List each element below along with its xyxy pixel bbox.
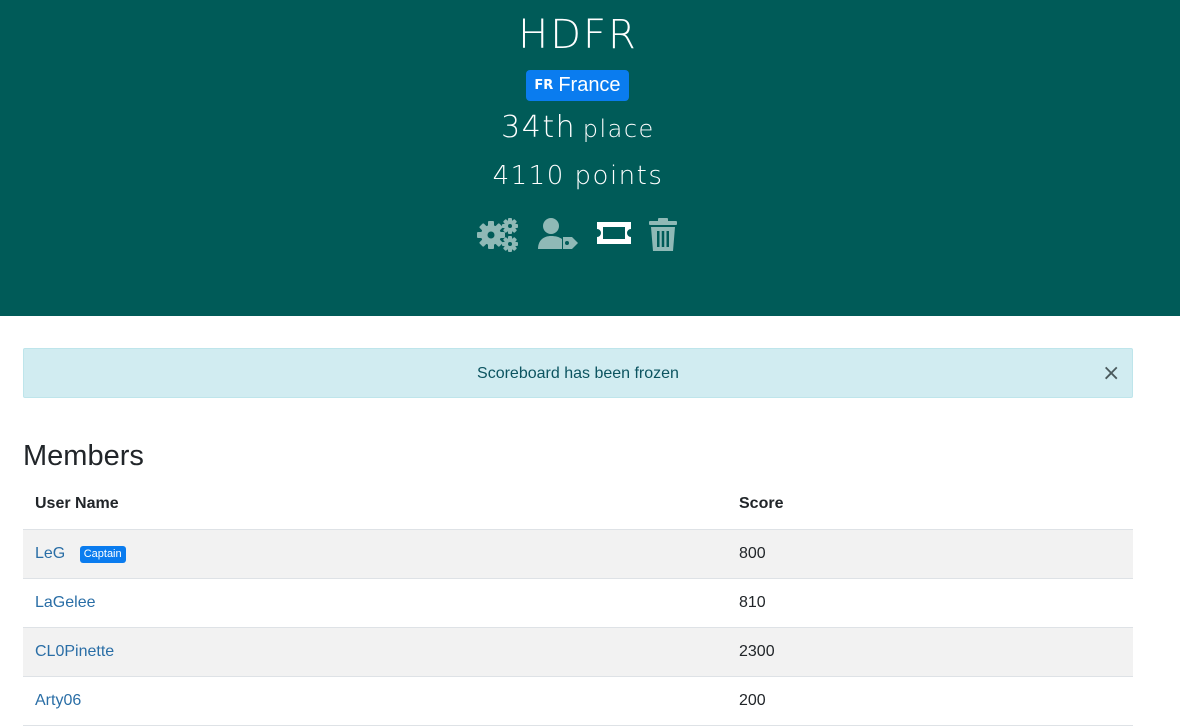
frozen-alert: Scoreboard has been frozen × — [23, 348, 1133, 398]
table-header-row: User Name Score — [23, 480, 1133, 530]
members-table: User Name Score LeG Captain 800 LaGelee … — [23, 480, 1133, 726]
team-actions — [474, 214, 678, 254]
team-place: 34th place — [0, 108, 1156, 152]
place-number: 34 — [501, 110, 543, 145]
user-cell: Arty06 — [23, 676, 727, 726]
team-points: 4110 points — [492, 161, 664, 191]
place-suffix: th — [542, 110, 577, 145]
user-cell: CL0Pinette — [23, 627, 727, 677]
page-content: Scoreboard has been frozen × Members Use… — [23, 348, 1133, 726]
alert-message: Scoreboard has been frozen — [477, 365, 679, 382]
member-link[interactable]: CL0Pinette — [35, 643, 114, 660]
delete-team-button[interactable] — [648, 216, 678, 252]
team-settings-button[interactable] — [476, 216, 520, 252]
team-header: HDFR FR France 34th place 4110 points — [0, 0, 1180, 316]
score-cell: 2300 — [727, 627, 1133, 677]
member-link[interactable]: LaGelee — [35, 594, 96, 611]
user-cell: LeG Captain — [23, 529, 727, 579]
column-header-score: Score — [727, 480, 1133, 530]
table-row: CL0Pinette 2300 — [23, 627, 1133, 677]
table-row: LeG Captain 800 — [23, 529, 1133, 579]
ticket-icon — [597, 222, 631, 244]
user-tag-icon — [538, 218, 578, 249]
country-flag-code: FR — [534, 78, 554, 93]
team-name: HDFR — [518, 12, 638, 58]
team-ticket-button[interactable] — [594, 216, 634, 252]
captain-badge: Captain — [79, 545, 126, 563]
trash-icon — [649, 218, 677, 251]
score-cell: 810 — [727, 578, 1133, 628]
column-header-user-name: User Name — [23, 480, 727, 530]
members-heading: Members — [23, 440, 144, 472]
place-label: place — [582, 115, 655, 143]
score-cell: 800 — [727, 529, 1133, 579]
score-cell: 200 — [727, 676, 1133, 726]
member-link[interactable]: Arty06 — [35, 692, 81, 709]
member-link[interactable]: LeG — [35, 545, 65, 562]
user-cell: LaGelee — [23, 578, 727, 628]
table-row: Arty06 200 — [23, 676, 1133, 726]
transfer-captain-button[interactable] — [536, 216, 580, 252]
table-row: LaGelee 810 — [23, 578, 1133, 628]
country-name: France — [558, 74, 621, 96]
cogs-icon — [477, 218, 518, 252]
country-badge: FR France — [526, 70, 629, 101]
alert-close-button[interactable]: × — [1102, 349, 1120, 399]
